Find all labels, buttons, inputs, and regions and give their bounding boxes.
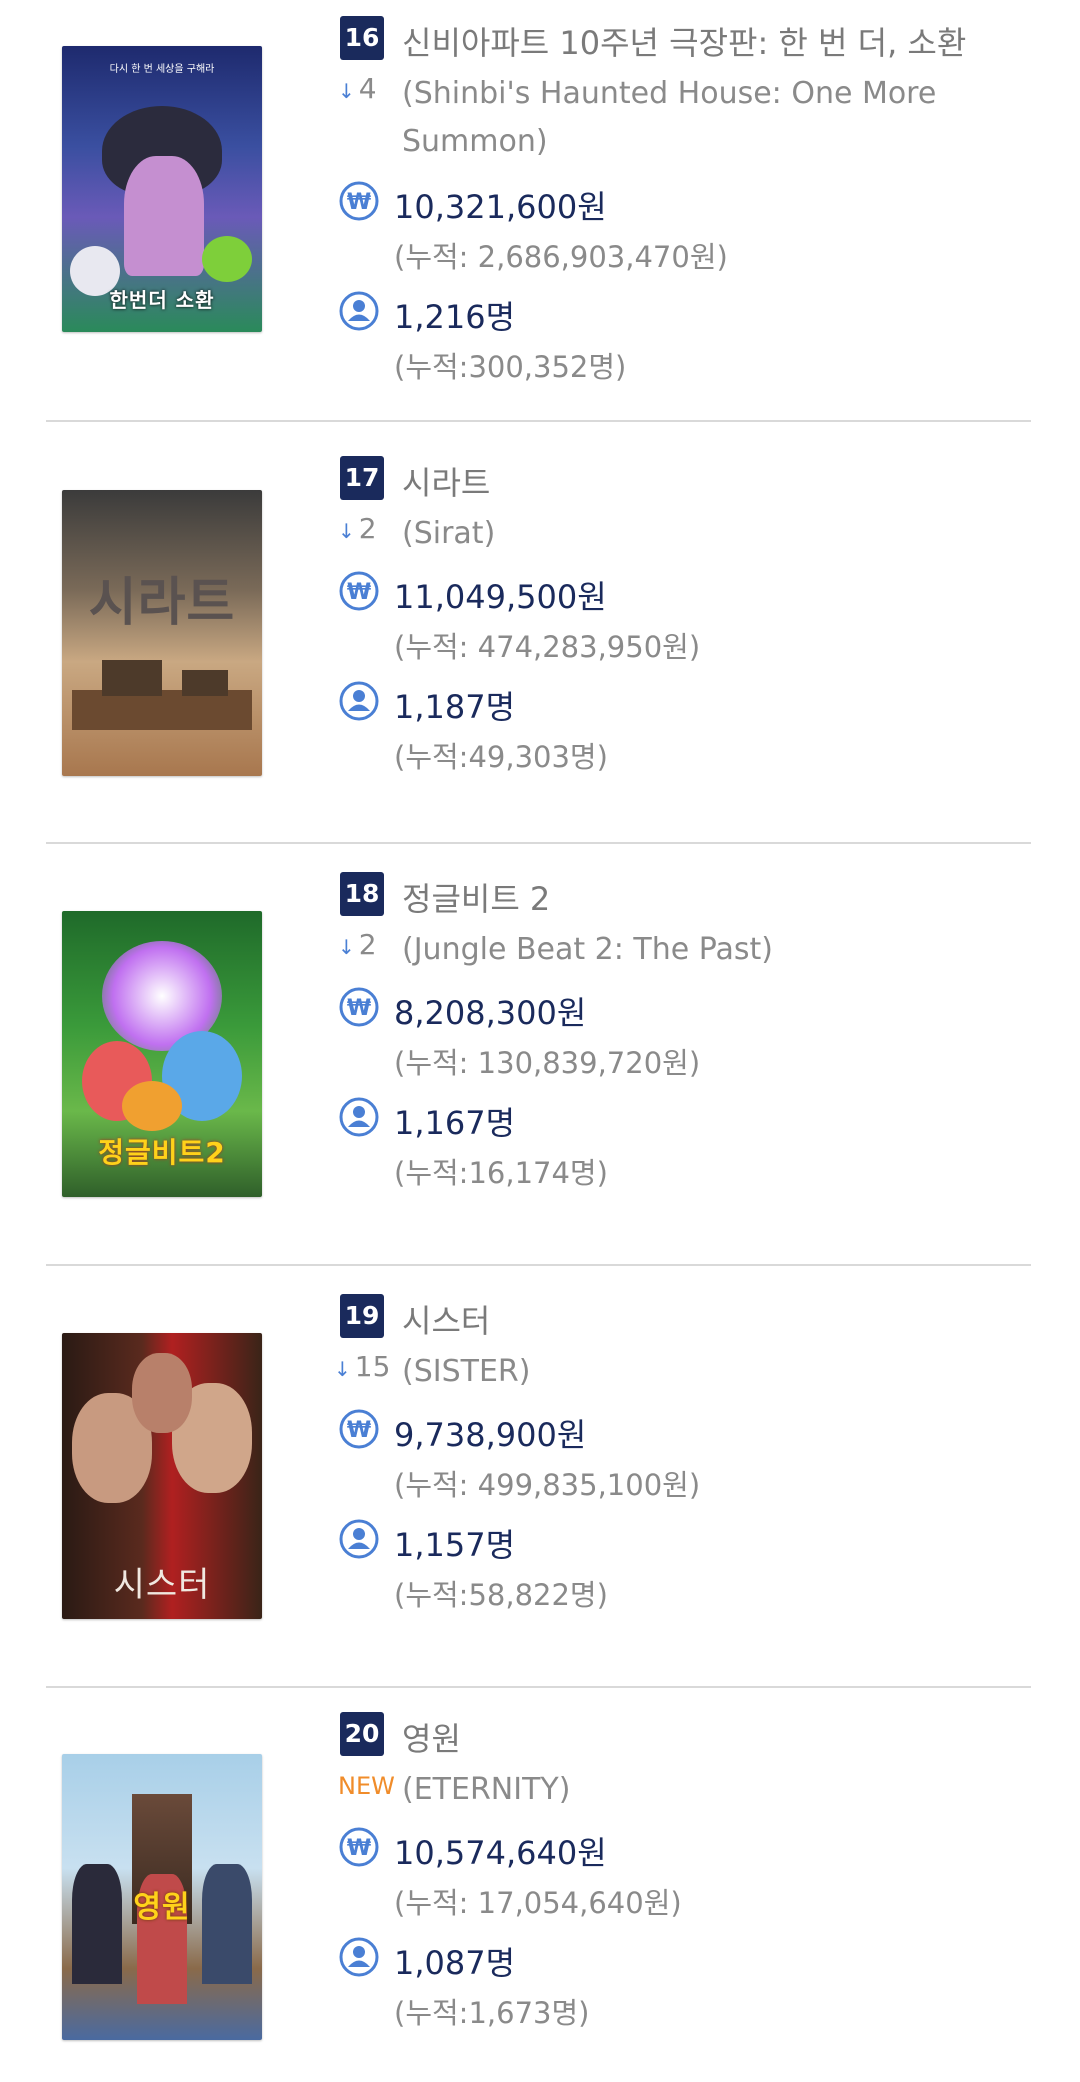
movie-title-en: (SISTER) (402, 1354, 531, 1389)
poster-title: 영원 (133, 1890, 191, 1925)
list-item[interactable]: 다시 한 번 세상을 구해라 한번더 소환 16 신비아파트 10주년 극장판:… (0, 0, 1080, 420)
movie-title-en: (Sirat) (402, 516, 496, 551)
poster-title: 정글비트2 (98, 1136, 226, 1169)
revenue-cumulative: (누적: 17,054,640원) (394, 1886, 682, 1920)
movie-poster[interactable]: 정글비트2 (62, 911, 262, 1197)
person-icon (339, 1097, 379, 1137)
arrow-down-icon: ↓ (334, 1357, 351, 1381)
audience-value: 1,187명 (394, 688, 516, 726)
audience-cumulative: (누적:16,174명) (394, 1156, 608, 1190)
audience-value: 1,167명 (394, 1104, 516, 1142)
rank-badge: 18 (340, 872, 384, 916)
rank-change: ↓ 2 (338, 512, 377, 545)
rank-change-value: 15 (354, 1350, 391, 1383)
list-item[interactable]: 영원 20 영원 NEW (ETERNITY) ₩ 10,574,640원 (누… (0, 1688, 1080, 2082)
revenue-value: 10,321,600원 (394, 188, 607, 226)
poster-title: 시라트 (88, 573, 236, 633)
rank-change: ↓ 2 (338, 928, 377, 961)
rank-change: ↓ 15 (334, 1350, 390, 1383)
arrow-down-icon: ↓ (338, 519, 355, 543)
rank-badge: 17 (340, 456, 384, 500)
rank-badge: 16 (340, 16, 384, 60)
movie-title-ko[interactable]: 신비아파트 10주년 극장판: 한 번 더, 소환 (402, 18, 966, 64)
poster-title: 한번더 소환 (109, 288, 215, 312)
movie-poster[interactable]: 영원 (62, 1754, 262, 2040)
movie-title-ko[interactable]: 시스터 (402, 1296, 490, 1342)
won-currency-icon: ₩ (339, 987, 379, 1027)
audience-value: 1,216명 (394, 298, 516, 336)
poster-tagline: 다시 한 번 세상을 구해라 (109, 64, 215, 75)
rank-badge: 19 (340, 1294, 384, 1338)
movie-title-ko[interactable]: 정글비트 2 (402, 874, 550, 920)
svg-text:₩: ₩ (347, 190, 371, 215)
rank-change-value: 2 (358, 928, 377, 961)
won-currency-icon: ₩ (339, 571, 379, 611)
audience-value: 1,157명 (394, 1526, 516, 1564)
person-icon (339, 1519, 379, 1559)
won-currency-icon: ₩ (339, 1409, 379, 1449)
svg-text:₩: ₩ (347, 1418, 371, 1443)
movie-title-ko[interactable]: 시라트 (402, 458, 490, 504)
poster-title: 시스터 (113, 1565, 211, 1605)
person-icon (339, 681, 379, 721)
audience-value: 1,087명 (394, 1944, 516, 1982)
rank-badge: 20 (340, 1712, 384, 1756)
audience-cumulative: (누적:58,822명) (394, 1578, 608, 1612)
rank-change-value: 2 (358, 512, 377, 545)
rank-change-value: 4 (358, 72, 377, 105)
revenue-cumulative: (누적: 499,835,100원) (394, 1468, 701, 1502)
list-item[interactable]: 시라트 17 시라트 ↓ 2 (Sirat) ₩ 11,049,500원 (누적:… (0, 422, 1080, 842)
svg-text:₩: ₩ (347, 1836, 371, 1861)
arrow-down-icon: ↓ (338, 935, 355, 959)
revenue-cumulative: (누적: 130,839,720원) (394, 1046, 701, 1080)
audience-cumulative: (누적:300,352명) (394, 350, 627, 384)
movie-poster[interactable]: 다시 한 번 세상을 구해라 한번더 소환 (62, 46, 262, 332)
person-icon (339, 1937, 379, 1977)
new-entry-badge: NEW (338, 1772, 395, 1800)
movie-title-en: (ETERNITY) (402, 1772, 571, 1807)
box-office-list: 다시 한 번 세상을 구해라 한번더 소환 16 신비아파트 10주년 극장판:… (0, 0, 1080, 2082)
won-currency-icon: ₩ (339, 181, 379, 221)
movie-poster[interactable]: 시스터 (62, 1333, 262, 1619)
rank-change: ↓ 4 (338, 72, 377, 105)
svg-text:₩: ₩ (347, 996, 371, 1021)
list-item[interactable]: 정글비트2 18 정글비트 2 ↓ 2 (Jungle Beat 2: The P… (0, 844, 1080, 1264)
revenue-value: 11,049,500원 (394, 578, 607, 616)
revenue-value: 10,574,640원 (394, 1834, 607, 1872)
audience-cumulative: (누적:1,673명) (394, 1996, 590, 2030)
movie-title-en: (Shinbi's Haunted House: One More Summon… (402, 76, 937, 159)
svg-text:₩: ₩ (347, 580, 371, 605)
audience-cumulative: (누적:49,303명) (394, 740, 608, 774)
revenue-cumulative: (누적: 474,283,950원) (394, 630, 701, 664)
list-item[interactable]: 시스터 19 시스터 ↓ 15 (SISTER) ₩ 9,738,900원 (누적… (0, 1266, 1080, 1686)
arrow-down-icon: ↓ (338, 79, 355, 103)
person-icon (339, 291, 379, 331)
movie-title-en: (Jungle Beat 2: The Past) (402, 932, 773, 967)
won-currency-icon: ₩ (339, 1827, 379, 1867)
revenue-value: 9,738,900원 (394, 1416, 587, 1454)
revenue-value: 8,208,300원 (394, 994, 587, 1032)
movie-poster[interactable]: 시라트 (62, 490, 262, 776)
movie-title-ko[interactable]: 영원 (402, 1714, 461, 1760)
revenue-cumulative: (누적: 2,686,903,470원) (394, 240, 728, 274)
